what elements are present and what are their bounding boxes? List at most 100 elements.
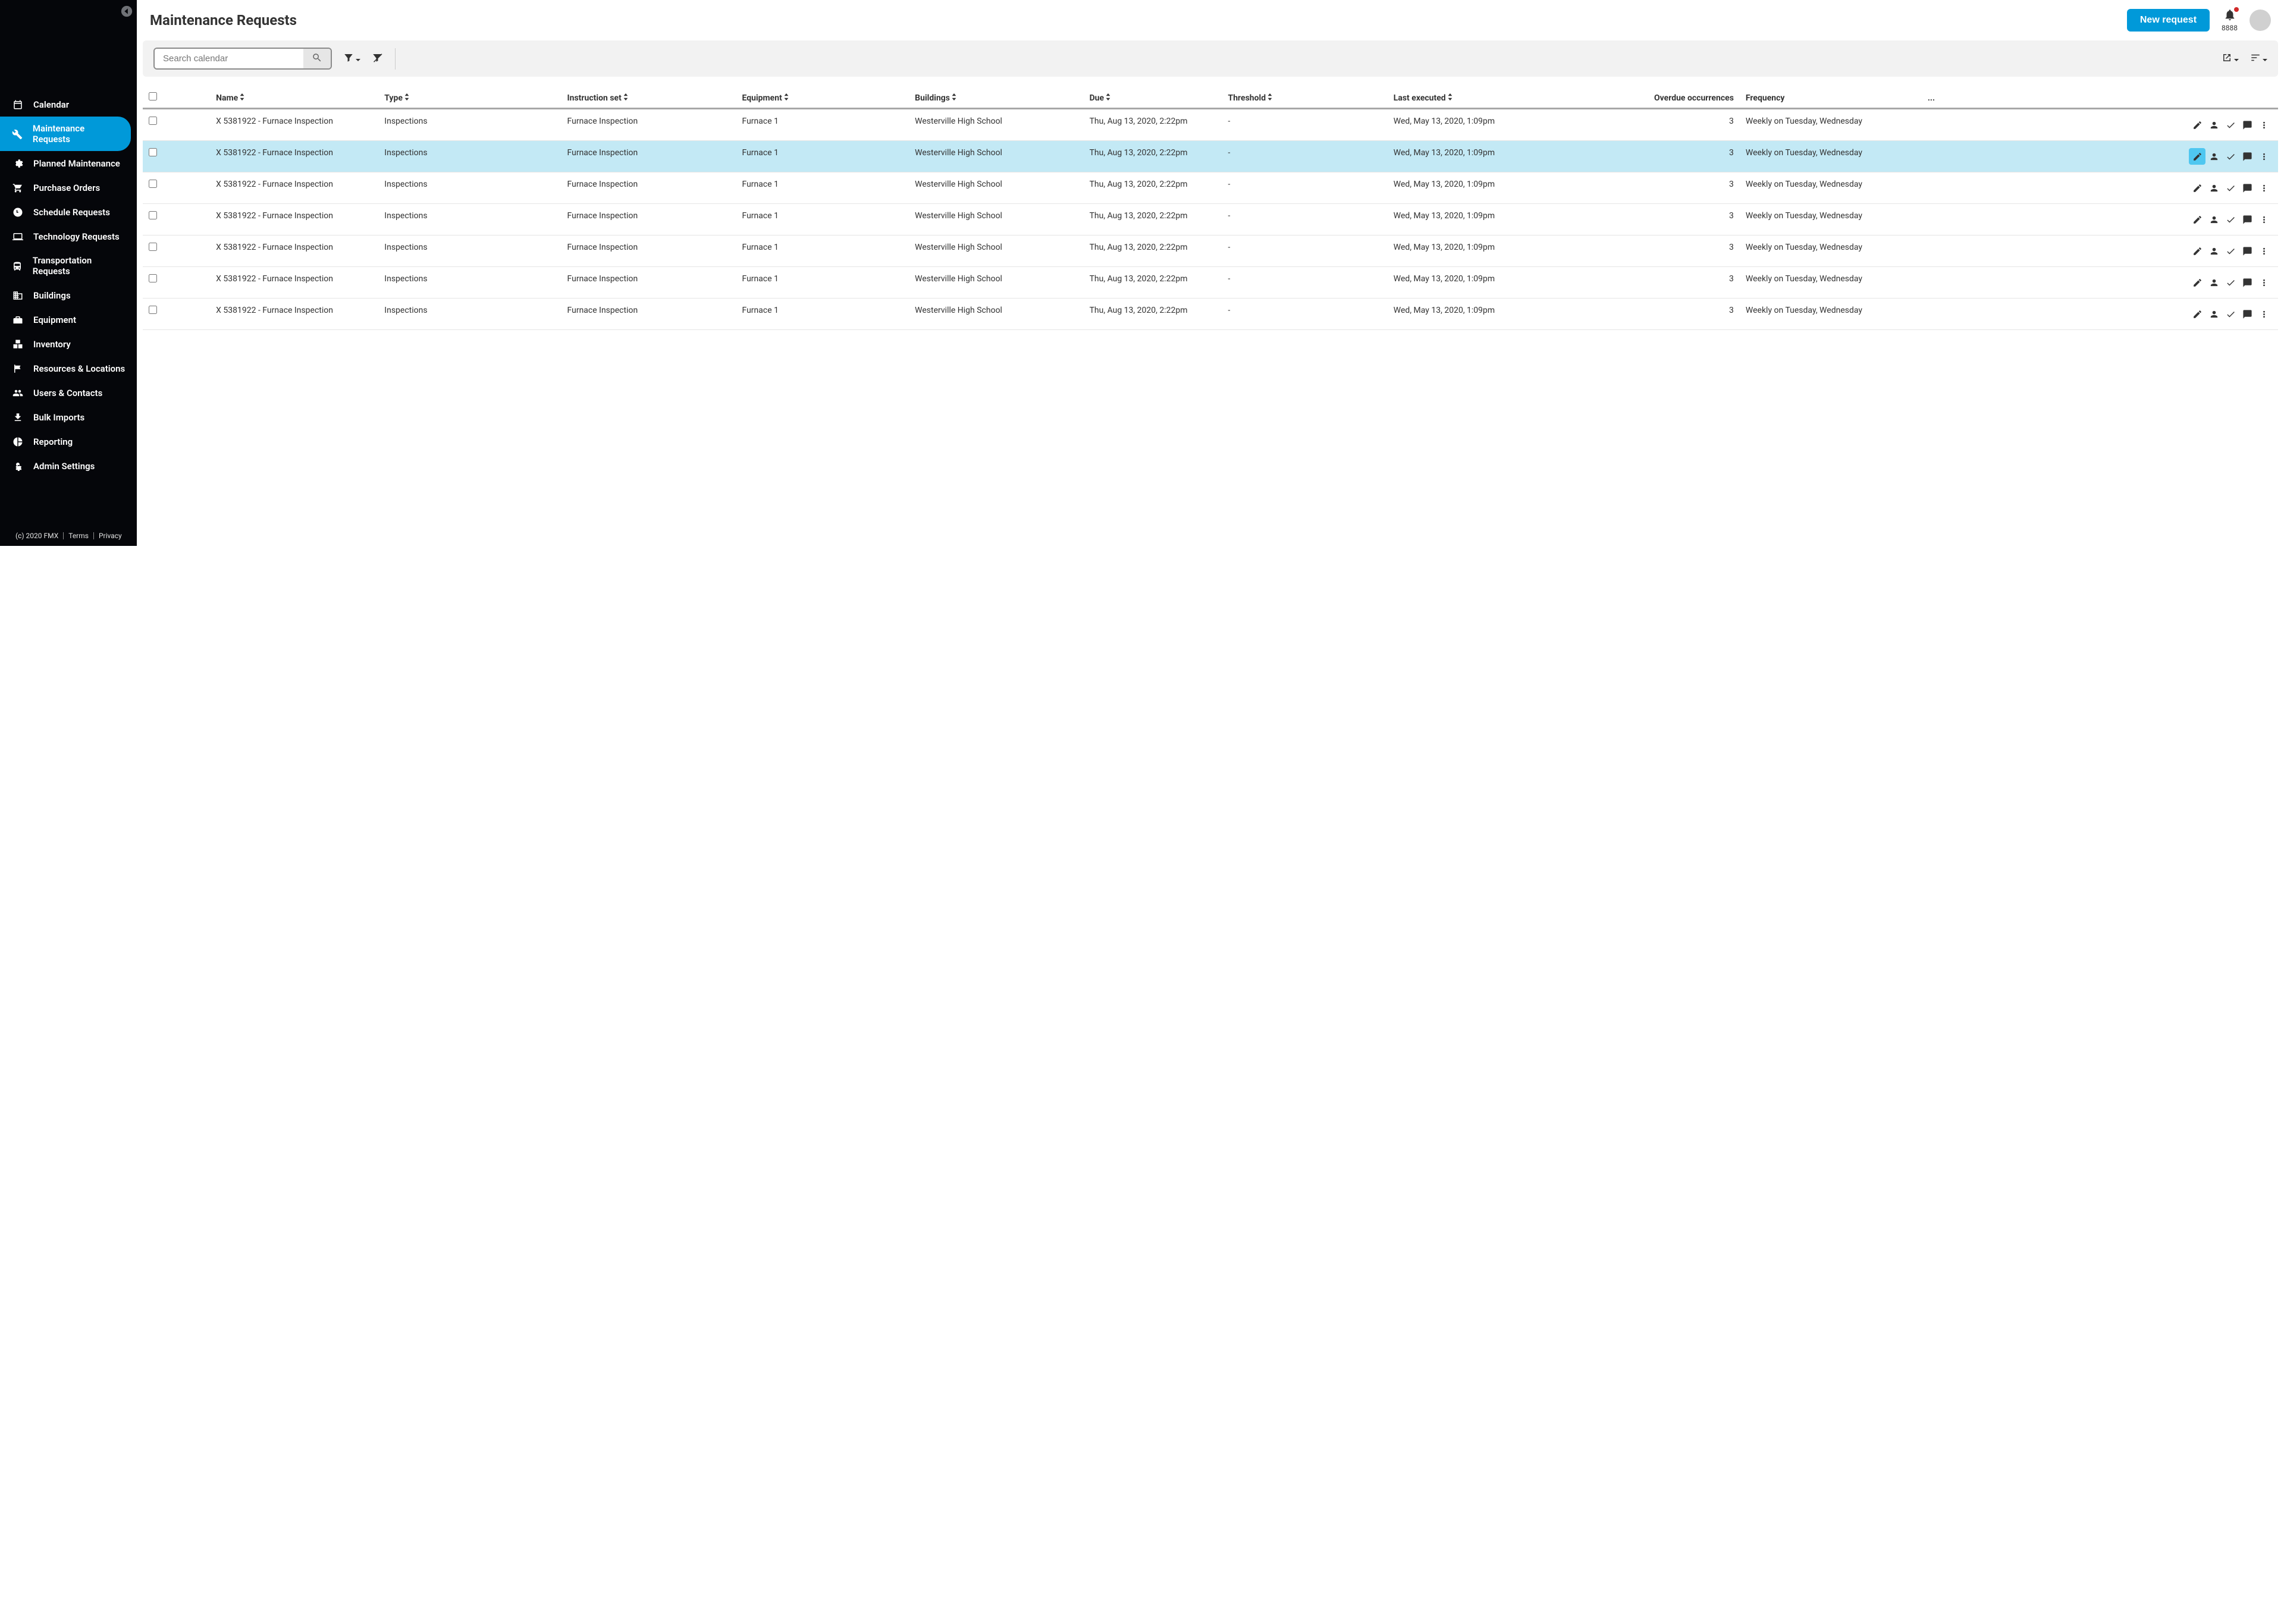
assign-button[interactable] (2205, 148, 2222, 165)
avatar[interactable] (2250, 10, 2271, 31)
col-type[interactable]: Type (378, 87, 561, 109)
terms-link[interactable]: Terms (64, 532, 93, 540)
complete-button[interactable] (2222, 117, 2239, 133)
comment-button[interactable] (2239, 243, 2255, 259)
sidebar-item-flag[interactable]: Resources & Locations (0, 356, 137, 381)
privacy-link[interactable]: Privacy (94, 532, 127, 540)
nav: CalendarMaintenance RequestsPlanned Main… (0, 92, 137, 478)
table-row[interactable]: X 5381922 - Furnace InspectionInspection… (143, 141, 2278, 172)
more-button[interactable] (2255, 306, 2272, 322)
comment-button[interactable] (2239, 117, 2255, 133)
filter-button[interactable] (343, 52, 360, 65)
assign-button[interactable] (2205, 306, 2222, 322)
sidebar-item-laptop[interactable]: Technology Requests (0, 224, 137, 249)
row-checkbox[interactable] (149, 243, 157, 251)
cell-buildings: Westerville High School (909, 267, 1083, 299)
clear-filter-button[interactable] (371, 52, 383, 65)
assign-button[interactable] (2205, 211, 2222, 228)
sidebar-item-import[interactable]: Bulk Imports (0, 405, 137, 429)
col-name[interactable]: Name (210, 87, 378, 109)
export-button[interactable] (2221, 52, 2239, 65)
table-row[interactable]: X 5381922 - Furnace InspectionInspection… (143, 299, 2278, 330)
edit-button[interactable] (2189, 180, 2205, 196)
col-last-executed[interactable]: Last executed (1388, 87, 1546, 109)
sidebar-item-calendar[interactable]: Calendar (0, 92, 137, 117)
sidebar-item-cart[interactable]: Purchase Orders (0, 175, 137, 200)
edit-button[interactable] (2189, 274, 2205, 291)
search-input[interactable] (155, 49, 303, 68)
comment-button[interactable] (2239, 148, 2255, 165)
sidebar-footer: (c) 2020 FMX Terms Privacy (11, 532, 127, 540)
select-all-checkbox[interactable] (149, 92, 157, 100)
sidebar-item-building[interactable]: Buildings (0, 283, 137, 307)
search-button[interactable] (303, 49, 331, 68)
edit-button[interactable] (2189, 148, 2205, 165)
complete-button[interactable] (2222, 306, 2239, 322)
more-button[interactable] (2255, 211, 2272, 228)
sidebar-item-admin[interactable]: Admin Settings (0, 454, 137, 478)
notifications-button[interactable]: 8888 (2222, 8, 2238, 32)
more-button[interactable] (2255, 148, 2272, 165)
row-checkbox[interactable] (149, 180, 157, 188)
sidebar-item-boxes[interactable]: Inventory (0, 332, 137, 356)
table-row[interactable]: X 5381922 - Furnace InspectionInspection… (143, 109, 2278, 141)
cell-overdue: 3 (1546, 141, 1740, 172)
edit-button[interactable] (2189, 243, 2205, 259)
cell-instruction-set: Furnace Inspection (561, 204, 736, 235)
edit-button[interactable] (2189, 117, 2205, 133)
sidebar-collapse-button[interactable] (120, 5, 133, 18)
assign-button[interactable] (2205, 243, 2222, 259)
sidebar-item-toolbox[interactable]: Equipment (0, 307, 137, 332)
edit-button[interactable] (2189, 306, 2205, 322)
assign-button[interactable] (2205, 117, 2222, 133)
comment-button[interactable] (2239, 180, 2255, 196)
col-buildings[interactable]: Buildings (909, 87, 1083, 109)
cell-threshold: - (1222, 141, 1388, 172)
col-due[interactable]: Due (1084, 87, 1222, 109)
cell-equipment: Furnace 1 (736, 109, 909, 141)
col-instruction-set[interactable]: Instruction set (561, 87, 736, 109)
row-checkbox[interactable] (149, 274, 157, 282)
row-checkbox[interactable] (149, 211, 157, 219)
more-button[interactable] (2255, 180, 2272, 196)
complete-button[interactable] (2222, 180, 2239, 196)
col-more[interactable]: ... (1922, 87, 2278, 109)
view-options-button[interactable] (2250, 52, 2267, 65)
more-button[interactable] (2255, 117, 2272, 133)
complete-button[interactable] (2222, 274, 2239, 291)
row-checkbox[interactable] (149, 148, 157, 156)
sidebar-item-pie[interactable]: Reporting (0, 429, 137, 454)
table-row[interactable]: X 5381922 - Furnace InspectionInspection… (143, 172, 2278, 204)
assign-button[interactable] (2205, 274, 2222, 291)
cell-due: Thu, Aug 13, 2020, 2:22pm (1084, 204, 1222, 235)
sidebar-item-cogs[interactable]: Planned Maintenance (0, 151, 137, 175)
new-request-button[interactable]: New request (2127, 9, 2210, 32)
cell-equipment: Furnace 1 (736, 299, 909, 330)
comment-button[interactable] (2239, 274, 2255, 291)
row-checkbox[interactable] (149, 306, 157, 314)
cell-instruction-set: Furnace Inspection (561, 172, 736, 204)
sidebar-item-bus[interactable]: Transportation Requests (0, 249, 137, 283)
sidebar-item-wrench[interactable]: Maintenance Requests (0, 117, 131, 151)
col-threshold[interactable]: Threshold (1222, 87, 1388, 109)
table-row[interactable]: X 5381922 - Furnace InspectionInspection… (143, 267, 2278, 299)
comment-button[interactable] (2239, 306, 2255, 322)
more-button[interactable] (2255, 274, 2272, 291)
assign-button[interactable] (2205, 180, 2222, 196)
col-equipment[interactable]: Equipment (736, 87, 909, 109)
sidebar-item-users[interactable]: Users & Contacts (0, 381, 137, 405)
table-row[interactable]: X 5381922 - Furnace InspectionInspection… (143, 235, 2278, 267)
edit-button[interactable] (2189, 211, 2205, 228)
complete-button[interactable] (2222, 243, 2239, 259)
row-checkbox[interactable] (149, 117, 157, 125)
complete-button[interactable] (2222, 148, 2239, 165)
edit-icon (2192, 278, 2203, 288)
more-button[interactable] (2255, 243, 2272, 259)
table-row[interactable]: X 5381922 - Furnace InspectionInspection… (143, 204, 2278, 235)
sidebar: CalendarMaintenance RequestsPlanned Main… (0, 0, 137, 546)
comment-icon (2242, 183, 2252, 193)
sidebar-item-clock[interactable]: Schedule Requests (0, 200, 137, 224)
cell-name: X 5381922 - Furnace Inspection (210, 109, 378, 141)
complete-button[interactable] (2222, 211, 2239, 228)
comment-button[interactable] (2239, 211, 2255, 228)
